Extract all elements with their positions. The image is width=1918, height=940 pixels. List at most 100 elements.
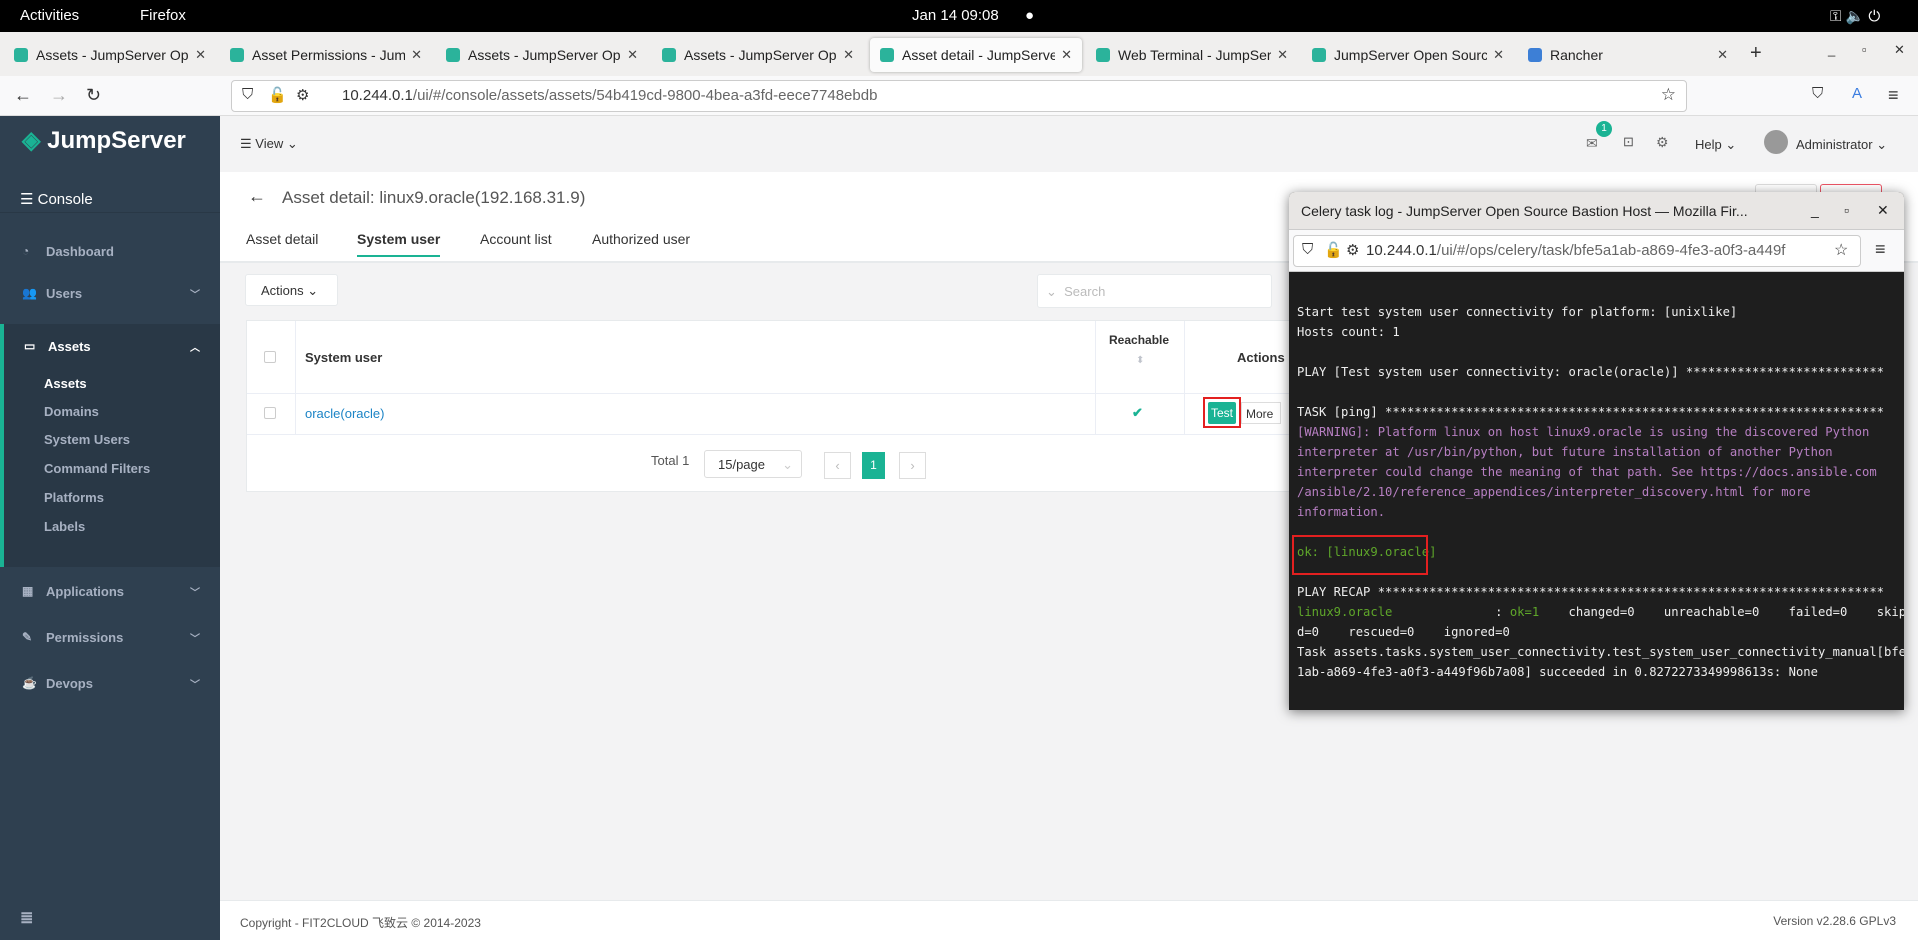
inbox-icon: ▭ xyxy=(24,339,36,353)
system-tray-icons[interactable]: ⚿ 🔈 ⏻ xyxy=(1830,7,1880,25)
sidebar-subitem-assets[interactable]: Assets xyxy=(44,376,87,391)
page-title: Asset detail: linux9.oracle(192.168.31.9… xyxy=(282,188,586,207)
sidebar-item-permissions[interactable]: ✎ Permissions ﹀ xyxy=(0,615,220,659)
terminal-icon[interactable]: ⊡ xyxy=(1623,134,1634,150)
coffee-icon: ☕ xyxy=(22,676,37,690)
search-input[interactable]: ⌄ Search xyxy=(1037,274,1272,308)
select-all-checkbox[interactable] xyxy=(264,351,276,363)
back-arrow-icon[interactable]: ← xyxy=(248,186,266,207)
bookmark-star-icon[interactable]: ☆ xyxy=(1661,85,1676,105)
column-header-reachable[interactable]: Reachable xyxy=(1109,333,1169,347)
sidebar-subitem-platforms[interactable]: Platforms xyxy=(44,490,104,505)
log-recap-line: linux9.oracle : ok=1 changed=0 unreachab… xyxy=(1297,605,1904,619)
sidebar-subitem-domains[interactable]: Domains xyxy=(44,404,99,419)
sidebar-subitem-labels[interactable]: Labels xyxy=(44,519,85,534)
browser-tab[interactable]: Web Terminal - JumpServer✕ xyxy=(1086,38,1298,72)
hamburger-menu-icon[interactable]: ≡ xyxy=(1888,85,1899,106)
close-tab-icon[interactable]: ✕ xyxy=(1717,47,1728,63)
url-bar[interactable]: ⛉ 🔓 ⚙ 10.244.0.1/ui/#/console/assets/ass… xyxy=(231,80,1687,112)
tab-account-list[interactable]: Account list xyxy=(480,231,552,247)
back-button[interactable]: ← xyxy=(14,85,32,106)
sidebar-item-assets[interactable]: ▭ Assets ︿ xyxy=(4,324,224,368)
log-warning-line: /ansible/2.10/reference_appendices/inter… xyxy=(1297,485,1811,499)
close-tab-icon[interactable]: ✕ xyxy=(411,47,422,63)
prev-page-button[interactable]: ‹ xyxy=(824,452,851,479)
minimize-button[interactable]: _ xyxy=(1828,42,1835,57)
shield-icon[interactable]: ⛉ xyxy=(242,86,253,103)
next-page-button[interactable]: › xyxy=(899,452,926,479)
user-menu[interactable]: Administrator ⌄ xyxy=(1796,137,1887,153)
console-switch[interactable]: ☰ Console xyxy=(20,190,93,208)
popup-close-button[interactable]: ✕ xyxy=(1877,202,1889,219)
browser-tab[interactable]: Asset Permissions - JumpServer✕ xyxy=(220,38,432,72)
gear-icon[interactable]: ⚙ xyxy=(1656,134,1669,151)
maximize-button[interactable]: ▫ xyxy=(1862,42,1867,57)
help-menu[interactable]: Help ⌄ xyxy=(1695,137,1736,153)
clock[interactable]: Jan 14 09:08 xyxy=(912,7,999,24)
close-tab-icon[interactable]: ✕ xyxy=(843,47,854,63)
more-button[interactable]: More xyxy=(1241,402,1281,424)
tab-authorized-user[interactable]: Authorized user xyxy=(592,231,690,247)
page-button-current[interactable]: 1 xyxy=(862,452,885,479)
sidebar-item-devops[interactable]: ☕ Devops ﹀ xyxy=(0,661,220,705)
popup-url-bar[interactable]: ⛉ 🔓 ⚙ 10.244.0.1/ui/#/ops/celery/task/bf… xyxy=(1293,235,1861,267)
chevron-down-icon: ﹀ xyxy=(190,633,200,645)
bookmark-star-icon[interactable]: ☆ xyxy=(1834,240,1849,260)
jumpserver-logo[interactable]: ◈ JumpServer xyxy=(22,126,186,155)
insecure-lock-icon[interactable]: 🔓 xyxy=(268,86,287,104)
shield-icon[interactable]: ⛉ xyxy=(1302,241,1313,258)
browser-nav-bar: ← → ↻ ⛉ 🔓 ⚙ 10.244.0.1/ui/#/console/asse… xyxy=(0,76,1918,116)
view-menu[interactable]: ☰ View ⌄ xyxy=(240,136,298,152)
sidebar-item-dashboard[interactable]: ◔ Dashboard xyxy=(0,229,220,273)
close-tab-icon[interactable]: ✕ xyxy=(1061,47,1072,63)
browser-tab-active[interactable]: Asset detail - JumpServer ✕ xyxy=(870,38,1082,72)
permissions-icon[interactable]: ⚙ xyxy=(1346,241,1359,259)
sidebar-item-applications[interactable]: ▦ Applications ﹀ xyxy=(0,569,220,613)
actions-dropdown[interactable]: Actions ⌄ xyxy=(245,274,338,306)
browser-tab[interactable]: Assets - JumpServer Open Source✕ xyxy=(652,38,864,72)
firefox-app-menu[interactable]: Firefox xyxy=(140,7,186,24)
system-user-table: System user Reachable ⬍ Actions oracle(o… xyxy=(246,320,1347,492)
popup-minimize-button[interactable]: _ xyxy=(1811,202,1819,218)
close-window-button[interactable]: ✕ xyxy=(1894,42,1905,58)
sidebar-subitem-command-filters[interactable]: Command Filters xyxy=(44,461,150,476)
footer: Copyright - FIT2CLOUD 飞致云 © 2014-2023 Ve… xyxy=(220,900,1918,940)
browser-tab[interactable]: JumpServer Open Source ✕ xyxy=(1302,38,1514,72)
grid-icon: ▦ xyxy=(22,584,34,598)
insecure-lock-icon[interactable]: 🔓 xyxy=(1324,241,1343,259)
avatar[interactable] xyxy=(1764,130,1788,154)
hamburger-menu-icon[interactable]: ≡ xyxy=(1875,239,1886,260)
sidebar-subitem-system-users[interactable]: System Users xyxy=(44,432,130,447)
close-tab-icon[interactable]: ✕ xyxy=(1493,47,1504,63)
log-line: PLAY RECAP *****************************… xyxy=(1297,585,1884,599)
tab-system-user[interactable]: System user xyxy=(357,231,441,257)
popup-title-bar[interactable]: Celery task log - JumpServer Open Source… xyxy=(1289,192,1904,230)
close-tab-icon[interactable]: ✕ xyxy=(1277,47,1288,63)
page-size-select[interactable]: 15/page ⌄ xyxy=(704,450,802,478)
collapse-sidebar-icon[interactable]: ≣ xyxy=(20,908,33,928)
close-tab-icon[interactable]: ✕ xyxy=(195,47,206,63)
tab-asset-detail[interactable]: Asset detail xyxy=(246,231,318,247)
popup-maximize-button[interactable]: ▫ xyxy=(1844,202,1849,218)
row-checkbox[interactable] xyxy=(264,407,276,419)
divider xyxy=(1095,321,1096,435)
activities-button[interactable]: Activities xyxy=(20,7,79,24)
browser-tab[interactable]: Rancher ✕ xyxy=(1518,38,1738,72)
pocket-icon[interactable]: ⛉ xyxy=(1812,85,1823,102)
browser-tab[interactable]: Assets - JumpServer Open Source✕ xyxy=(436,38,648,72)
new-tab-button[interactable]: + xyxy=(1750,42,1762,65)
close-tab-icon[interactable]: ✕ xyxy=(627,47,638,63)
forward-button[interactable]: → xyxy=(50,85,68,106)
pagination-total: Total 1 xyxy=(651,453,690,468)
sort-icon[interactable]: ⬍ xyxy=(1136,355,1144,366)
jumpserver-favicon xyxy=(662,48,676,62)
translate-icon[interactable]: A xyxy=(1852,85,1862,102)
permissions-icon[interactable]: ⚙ xyxy=(296,86,309,104)
reload-button[interactable]: ↻ xyxy=(86,85,101,106)
mail-icon[interactable]: ✉ xyxy=(1586,135,1598,152)
column-header-system-user[interactable]: System user xyxy=(305,350,382,365)
system-user-link[interactable]: oracle(oracle) xyxy=(305,406,384,421)
sidebar-item-users[interactable]: 👥 Users ﹀ xyxy=(0,271,220,315)
browser-tab[interactable]: Assets - JumpServer Open Source✕ xyxy=(4,38,216,72)
log-line: d=0 rescued=0 ignored=0 xyxy=(1297,625,1510,639)
